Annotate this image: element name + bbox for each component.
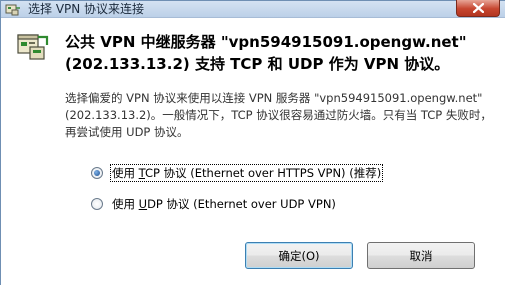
dialog-body: 公共 VPN 中继服务器 "vpn594915091.opengw.net" (… <box>1 18 505 285</box>
udp-label-prefix: 使用 <box>112 197 139 211</box>
title-bar[interactable]: 选择 VPN 协议来连接 <box>1 0 505 18</box>
vpn-server-icon <box>17 34 49 60</box>
tcp-label-suffix: CP 协议 (Ethernet over HTTPS VPN) (推荐) <box>145 166 382 180</box>
cancel-button[interactable]: 取消 <box>367 242 475 269</box>
udp-label-suffix: DP 协议 (Ethernet over UDP VPN) <box>147 197 336 211</box>
vpn-protocol-dialog: 选择 VPN 协议来连接 公共 VPN 中继服务器 "vpn594915091.… <box>0 0 505 285</box>
tcp-option-label[interactable]: 使用 TCP 协议 (Ethernet over HTTPS VPN) (推荐) <box>109 164 384 182</box>
udp-accel-key: U <box>138 197 148 211</box>
close-button[interactable] <box>456 0 500 17</box>
udp-radio[interactable] <box>91 198 103 210</box>
dialog-description: 选择偏爱的 VPN 协议来使用以连接 VPN 服务器 "vpn594915091… <box>65 91 492 139</box>
udp-option[interactable]: 使用 UDP 协议 (Ethernet over UDP VPN) <box>91 195 337 213</box>
udp-option-label[interactable]: 使用 UDP 协议 (Ethernet over UDP VPN) <box>111 196 337 212</box>
vpn-connection-icon <box>5 4 20 16</box>
window-title: 选择 VPN 协议来连接 <box>28 2 145 16</box>
ok-button[interactable]: 确定(O) <box>245 242 353 269</box>
tcp-option[interactable]: 使用 TCP 协议 (Ethernet over HTTPS VPN) (推荐) <box>91 164 384 182</box>
dialog-headline: 公共 VPN 中继服务器 "vpn594915091.opengw.net" (… <box>65 33 467 73</box>
close-icon <box>473 3 484 13</box>
tcp-label-prefix: 使用 <box>112 166 139 180</box>
tcp-radio[interactable] <box>91 167 103 179</box>
